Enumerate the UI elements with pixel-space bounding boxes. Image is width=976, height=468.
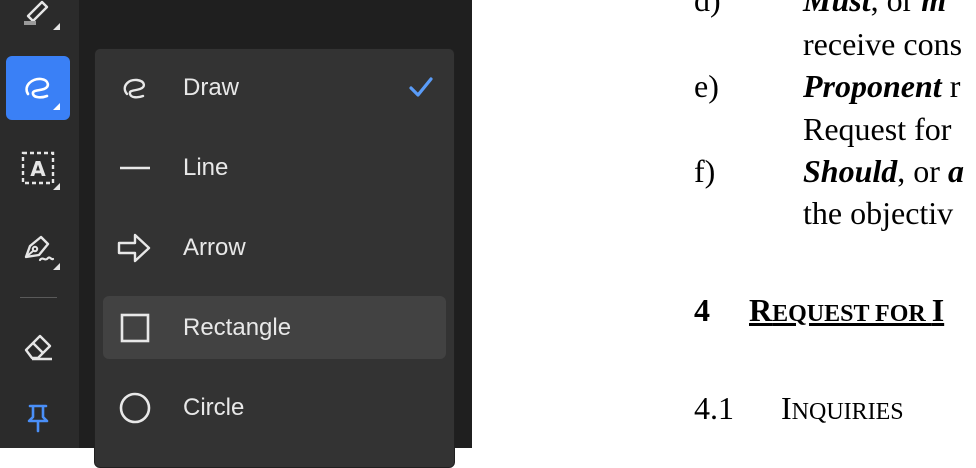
highlighter-icon [24, 0, 49, 25]
list-item-continuation: the objectiv [803, 195, 954, 231]
eraser-icon [24, 334, 52, 361]
list-item-text: , or [870, 0, 922, 18]
pen-icon [24, 235, 55, 262]
text-box-icon: A [21, 151, 55, 185]
pin-icon [27, 404, 49, 433]
list-item-continuation: receive cons [803, 26, 963, 62]
svg-text:A: A [30, 157, 46, 181]
freehand-draw-icon [117, 70, 153, 106]
defined-term: Must [803, 0, 871, 18]
menu-item-label: Line [183, 154, 229, 181]
submenu-corner-icon [53, 183, 60, 190]
section-heading: REQUEST FOR I [749, 292, 945, 328]
menu-item-label: Circle [183, 394, 245, 421]
list-marker: d) [694, 0, 721, 18]
submenu-corner-icon [53, 103, 60, 110]
list-item-e-text: Proponent r [803, 70, 960, 102]
defined-term: Proponent [803, 68, 942, 104]
draw-shape-flyout-menu: Draw Line Arrow Rectangle Circle [94, 48, 455, 468]
list-item-text: , or [897, 153, 948, 189]
checkmark-icon [409, 77, 433, 97]
pin-tool-button[interactable] [6, 384, 70, 448]
line-icon [117, 150, 153, 186]
menu-item-label: Draw [183, 74, 240, 101]
draw-tool-button[interactable] [6, 56, 70, 120]
menu-item-draw[interactable]: Draw [103, 56, 446, 119]
pen-tool-button[interactable] [6, 216, 70, 280]
list-item-f-text: Should, or a [803, 155, 964, 187]
menu-item-arrow[interactable]: Arrow [103, 216, 446, 279]
eraser-tool-button[interactable] [6, 314, 70, 378]
submenu-corner-icon [53, 23, 60, 30]
tool-rail: A [0, 0, 79, 448]
list-marker: e) [694, 68, 719, 104]
defined-term: Should [803, 153, 898, 189]
document-page: d) Must, or m receive cons e) Proponent … [472, 0, 976, 448]
defined-term: m [921, 0, 947, 18]
highlight-tool-button[interactable] [6, 0, 70, 40]
list-item-continuation: Request for [803, 111, 952, 147]
list-marker: f) [694, 153, 716, 189]
list-item-d-text: Must, or m [803, 0, 946, 16]
rectangle-icon [117, 310, 153, 346]
circle-icon [117, 390, 153, 426]
subsection-number: 4.1 [694, 390, 734, 426]
menu-item-label: Arrow [183, 234, 246, 261]
rail-divider [20, 297, 57, 298]
menu-item-line[interactable]: Line [103, 136, 446, 199]
text-box-tool-button[interactable]: A [6, 136, 70, 200]
list-item-text: r [941, 68, 961, 104]
section-number: 4 [694, 292, 710, 328]
menu-item-rectangle[interactable]: Rectangle [103, 296, 446, 359]
menu-item-circle[interactable]: Circle [103, 376, 446, 439]
subsection-heading: INQUIRIES [781, 390, 904, 426]
freehand-draw-icon [25, 77, 50, 99]
menu-item-label: Rectangle [183, 314, 292, 341]
submenu-corner-icon [53, 263, 60, 270]
defined-term: a [947, 153, 964, 189]
arrow-icon [117, 230, 153, 266]
